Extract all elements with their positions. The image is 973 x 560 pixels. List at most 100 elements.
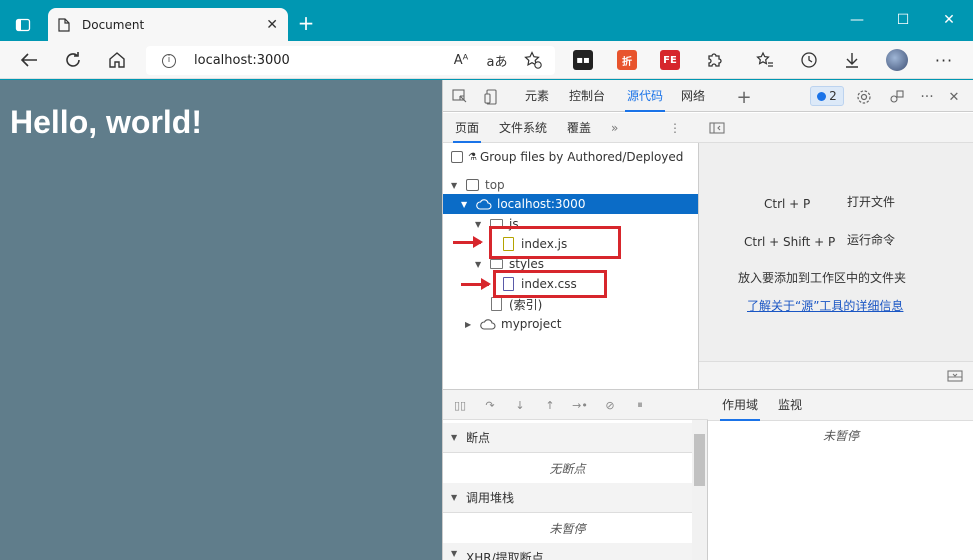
devtools-more-icon[interactable]: ··· (918, 88, 936, 106)
section-label: 调用堆栈 (466, 491, 515, 505)
extensions-button[interactable] (702, 48, 728, 72)
tab-scope[interactable]: 作用域 (720, 390, 761, 421)
extension-fe-icon[interactable]: FE (660, 50, 680, 70)
expand-arrow-icon: ▼ (451, 433, 458, 442)
customize-icon[interactable] (888, 88, 906, 106)
tab-console[interactable]: 控制台 (569, 80, 605, 112)
callstack-section[interactable]: ▼ 调用堆栈 (443, 483, 692, 513)
more-menu-icon[interactable]: ··· (931, 48, 957, 72)
tab-elements[interactable]: 元素 (525, 80, 549, 112)
browser-tab[interactable]: Document ✕ (48, 8, 288, 41)
read-aloud-icon[interactable]: Aᴬ (448, 48, 474, 72)
toggle-navigator-icon[interactable] (709, 122, 725, 134)
issues-badge[interactable]: 2 (810, 86, 844, 106)
shortcut-open-file-label: 打开文件 (847, 195, 896, 209)
site-info-icon[interactable]: i (162, 53, 176, 68)
group-files-checkbox[interactable] (451, 151, 463, 163)
add-tab-icon[interactable]: + (735, 87, 753, 108)
cloud-icon (476, 198, 492, 210)
home-button[interactable] (104, 48, 130, 72)
address-url: localhost:3000 (194, 53, 290, 68)
group-files-option[interactable]: ⚗ Group files by Authored/Deployed (451, 150, 683, 164)
inspect-element-icon[interactable] (451, 88, 469, 106)
cloud-icon (480, 318, 496, 330)
step-out-icon[interactable]: ↑ (542, 398, 558, 412)
browser-toolbar: i localhost:3000 Aᴬ aあ ▪▪ 折 FE ··· (0, 41, 973, 79)
tab-watch[interactable]: 监视 (778, 390, 802, 421)
collapse-arrow-icon: ▶ (465, 319, 472, 329)
profile-avatar[interactable] (886, 49, 908, 71)
more-tabs-icon[interactable]: » (611, 113, 618, 143)
expand-arrow-icon: ▼ (451, 493, 458, 502)
frame-icon (466, 179, 479, 191)
navigator-tab-bar: 页面 文件系统 覆盖 » ⋮ (443, 113, 699, 143)
shortcut-run-command-label: 运行命令 (847, 233, 896, 247)
tab-overrides[interactable]: 覆盖 (567, 113, 591, 143)
maximize-button[interactable]: ☐ (880, 8, 926, 32)
history-icon (801, 52, 817, 68)
add-favorite-button[interactable] (520, 48, 546, 72)
tree-label: styles (509, 257, 545, 271)
tree-item-myproject[interactable]: ▶ myproject (443, 314, 698, 334)
scope-tab-bar: 作用域 监视 (708, 390, 973, 421)
new-tab-button[interactable]: + (295, 12, 317, 34)
deactivate-breakpoints-icon[interactable]: ⊘ (602, 398, 618, 412)
step-icon[interactable]: →• (572, 398, 588, 412)
group-files-label: Group files by Authored/Deployed (479, 150, 684, 164)
annotation-box-css (493, 270, 607, 298)
issues-count: 2 (829, 89, 837, 103)
scope-not-paused-text: 未暂停 (822, 428, 859, 443)
tree-item-localhost[interactable]: ▼ localhost:3000 (443, 194, 698, 214)
tab-close-icon[interactable]: ✕ (266, 17, 278, 33)
close-window-button[interactable]: ✕ (926, 8, 972, 32)
expand-arrow-icon: ▼ (475, 259, 482, 269)
expand-arrow-icon: ▼ (451, 180, 458, 190)
tab-sources[interactable]: 源代码 (625, 80, 666, 112)
breakpoints-section[interactable]: ▼ 断点 (443, 423, 692, 453)
back-button[interactable] (16, 48, 42, 72)
shortcut-run-command-keys: Ctrl + Shift + P (744, 235, 836, 249)
no-breakpoints-text: 无断点 (549, 461, 586, 476)
expand-arrow-icon: ▼ (461, 199, 468, 209)
editor-placeholder: Ctrl + P 打开文件 Ctrl + Shift + P 运行命令 放入要添… (699, 113, 973, 389)
minimize-button[interactable]: — (834, 8, 880, 32)
learn-more-link[interactable]: 了解关于“源”工具的详细信息 (747, 297, 903, 314)
scope-panel: 作用域 监视 未暂停 (708, 389, 973, 560)
translate-icon[interactable]: aあ (484, 48, 510, 72)
toggle-debugger-icon[interactable] (947, 370, 963, 382)
page-icon (58, 17, 70, 32)
tab-filesystem[interactable]: 文件系统 (499, 113, 547, 143)
download-icon (846, 53, 858, 68)
settings-gear-icon[interactable] (855, 88, 873, 106)
refresh-button[interactable] (60, 48, 86, 72)
devtools-tab-bar: 元素 控制台 源代码 网络 + 2 ··· ✕ (443, 80, 973, 112)
device-emulation-icon[interactable] (483, 88, 501, 106)
pause-icon[interactable]: ▯▯ (452, 398, 468, 412)
scrollbar-thumb[interactable] (694, 434, 705, 486)
favorites-button[interactable] (752, 48, 778, 72)
tab-page[interactable]: 页面 (453, 113, 482, 143)
tree-item-top[interactable]: ▼ top (443, 175, 698, 195)
annotation-arrow-css (461, 278, 491, 290)
navigator-more-icon[interactable]: ⋮ (669, 113, 681, 143)
editor-footer (699, 361, 973, 389)
step-over-icon[interactable]: ↷ (482, 398, 498, 412)
tree-label: (索引) (509, 297, 543, 312)
xhr-breakpoints-section[interactable]: ▼ XHR/提取断点 (443, 543, 692, 560)
tree-label: top (485, 178, 505, 192)
extension-discount-icon[interactable]: 折 (617, 50, 637, 70)
downloads-button[interactable] (839, 48, 865, 72)
debugger-scrollbar[interactable] (692, 420, 707, 560)
drop-folder-hint: 放入要添加到工作区中的文件夹 (738, 271, 907, 285)
annotation-arrow-js (453, 236, 483, 248)
tab-actions-button[interactable] (8, 10, 38, 40)
tab-actions-icon (15, 18, 31, 32)
step-into-icon[interactable]: ↓ (512, 398, 528, 412)
tab-network[interactable]: 网络 (681, 80, 705, 112)
sources-navigator: 页面 文件系统 覆盖 » ⋮ ⚗ Group files by Authored… (443, 113, 699, 389)
home-icon (109, 52, 125, 68)
devtools-close-icon[interactable]: ✕ (945, 88, 963, 106)
pause-on-exceptions-icon[interactable]: ⏸ (632, 398, 648, 412)
history-button[interactable] (796, 48, 822, 72)
extension-bilibili-icon[interactable]: ▪▪ (573, 50, 593, 70)
